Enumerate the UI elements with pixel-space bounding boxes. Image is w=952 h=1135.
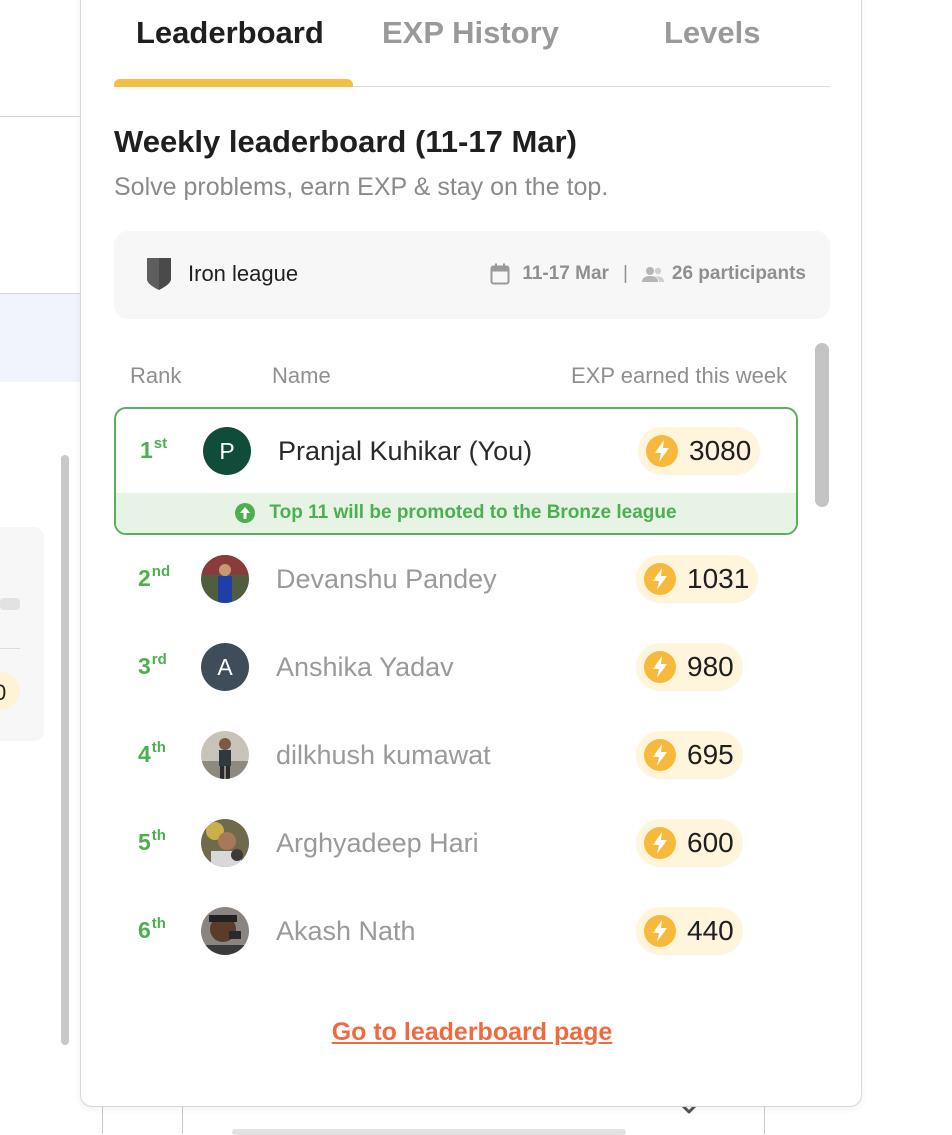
exp-value: 1031 [687,563,749,595]
background-scrollbar[interactable] [61,455,69,1045]
avatar [201,731,249,779]
table-row[interactable]: 4th dilkhush kumawat 695 [114,713,798,793]
exp-badge: 3080 [638,427,760,475]
exp-value: 600 [687,827,734,859]
promotion-banner: Top 11 will be promoted to the Bronze le… [116,493,796,533]
avatar: A [201,643,249,691]
background-progress-bar [0,598,20,610]
user-name: Anshika Yadav [276,652,454,683]
background-divider [0,116,80,117]
lightning-icon [643,562,677,596]
avatar [201,819,249,867]
table-row[interactable]: 3rd A Anshika Yadav 980 [114,625,798,705]
user-name: dilkhush kumawat [276,740,491,771]
leaderboard-popover: Leaderboard EXP History Levels Weekly le… [80,0,862,1107]
exp-badge: 695 [636,731,743,779]
exp-value: 440 [687,915,734,947]
lightning-icon [643,914,677,948]
rank-number: 6th [138,917,166,944]
background-divider [0,648,20,649]
user-name: Pranjal Kuhikar (You) [278,436,532,467]
tab-exp-history[interactable]: EXP History [382,15,559,51]
avatar-photo [201,907,249,955]
avatar [201,555,249,603]
table-row[interactable]: 6th Akash Nath 440 [114,889,798,969]
leaderboard-subheading: Solve problems, earn EXP & stay on the t… [114,173,608,202]
exp-badge: 1031 [636,555,758,603]
rank-number: 4th [138,741,166,768]
background-divider [182,1106,183,1134]
list-scrollbar[interactable] [815,343,829,507]
league-info-box: Iron league 11-17 Mar | 26 participants [114,231,830,319]
tab-bar: Leaderboard EXP History Levels [114,1,830,87]
lightning-icon [643,738,677,772]
current-user-card: 1st P Pranjal Kuhikar (You) 3080 Top 11 … [114,407,798,535]
exp-value: 695 [687,739,734,771]
table-row[interactable]: 2nd Devanshu Pandey 1031 [114,537,798,617]
shield-icon [146,257,172,291]
column-rank: Rank [130,363,181,389]
league-dates: 11-17 Mar [522,263,609,285]
meta-separator: | [623,263,628,285]
background-divider [764,1106,765,1134]
league-meta: 11-17 Mar | 26 participants [490,263,806,285]
rank-number: 3rd [138,653,167,680]
user-name: Devanshu Pandey [276,564,497,595]
promotion-text: Top 11 will be promoted to the Bronze le… [269,502,676,524]
league-name: Iron league [188,261,298,287]
table-row[interactable]: 1st P Pranjal Kuhikar (You) 3080 [116,409,798,489]
lightning-icon [643,826,677,860]
exp-value: 3080 [689,435,751,467]
leaderboard-heading: Weekly leaderboard (11-17 Mar) [114,124,577,160]
tab-leaderboard[interactable]: Leaderboard [136,15,324,51]
exp-badge: 600 [636,819,743,867]
exp-badge: 980 [636,643,743,691]
background-bar [232,1129,626,1135]
background-exp-chip-value: 0 [0,680,6,706]
rank-number: 1st [140,437,167,464]
column-exp: EXP earned this week [571,363,787,389]
tab-levels[interactable]: Levels [664,15,761,51]
background-divider [102,1106,103,1134]
active-tab-indicator [114,79,353,87]
table-row[interactable]: 5th Arghyadeep Hari 600 [114,801,798,881]
background-highlight-row [0,294,80,382]
lightning-icon [643,650,677,684]
table-header: Rank Name EXP earned this week [114,363,834,393]
rank-number: 5th [138,829,166,856]
avatar-photo [201,731,249,779]
exp-value: 980 [687,651,734,683]
go-to-leaderboard-link[interactable]: Go to leaderboard page [81,1018,863,1047]
avatar-photo [201,555,249,603]
lightning-icon [645,434,679,468]
column-name: Name [272,363,331,389]
avatar-photo [201,819,249,867]
user-name: Akash Nath [276,916,416,947]
user-name: Arghyadeep Hari [276,828,479,859]
avatar [201,907,249,955]
avatar: P [203,427,251,475]
arrow-up-circle-icon [235,503,255,523]
calendar-icon [490,263,510,285]
exp-badge: 440 [636,907,743,955]
league-participants: 26 participants [672,263,806,285]
people-icon [642,266,664,282]
rank-number: 2nd [138,565,170,592]
